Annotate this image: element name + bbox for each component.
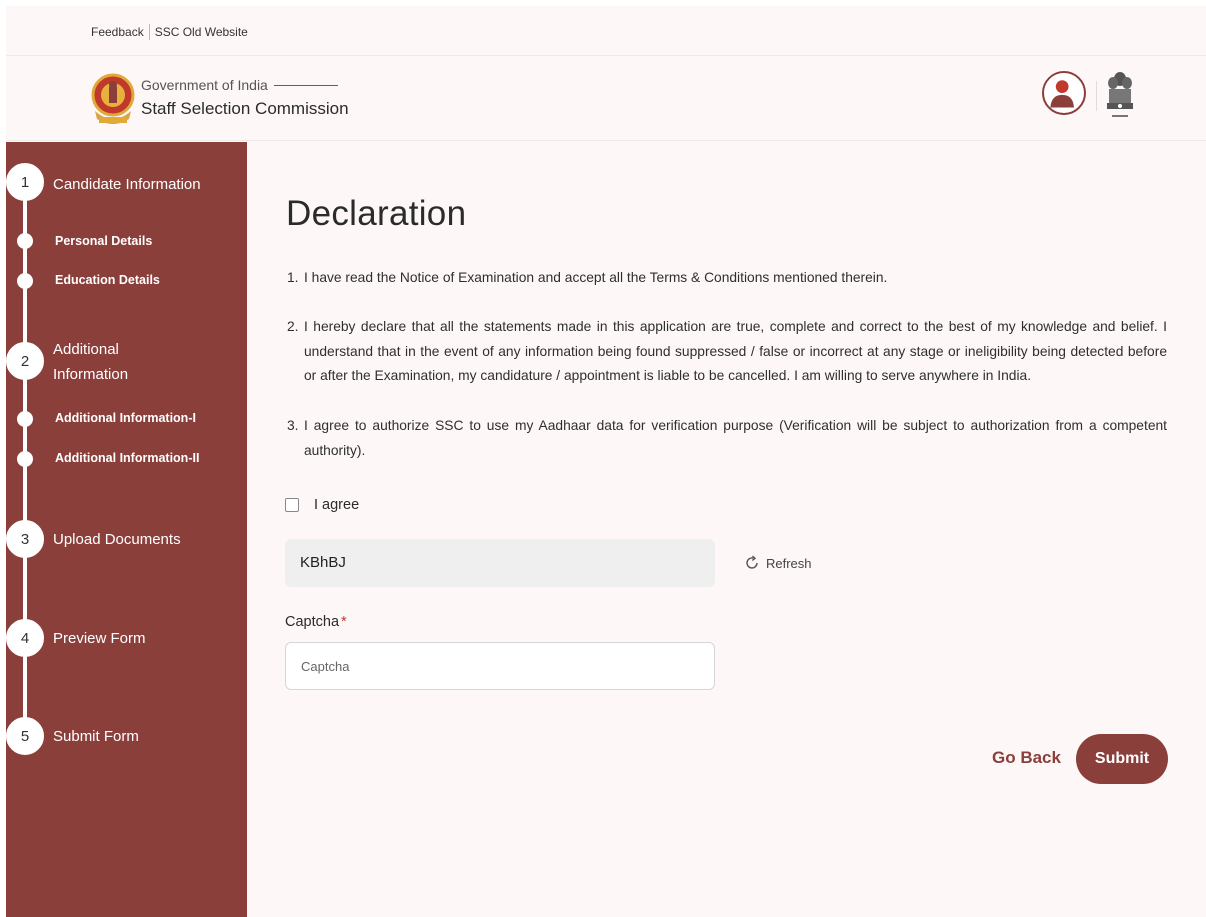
declaration-item: 3. I agree to authorize SSC to use my Aad…	[287, 418, 1167, 458]
top-links: Feedback SSC Old Website	[91, 24, 248, 40]
captcha-input[interactable]	[285, 642, 715, 690]
agree-label: I agree	[314, 497, 360, 513]
step-upload-documents[interactable]: Upload Documents	[53, 527, 181, 552]
page-title: Declaration	[286, 194, 467, 233]
refresh-label: Refresh	[766, 555, 812, 571]
step-2-number[interactable]: 2	[6, 342, 44, 380]
agree-checkbox-row[interactable]: I agree	[285, 497, 359, 513]
agree-checkbox[interactable]	[285, 498, 299, 512]
divider	[148, 24, 150, 40]
old-website-link[interactable]: SSC Old Website	[155, 25, 248, 39]
step-additional-information[interactable]: Additional Information	[53, 337, 128, 387]
government-label: Government of India	[141, 77, 349, 93]
substep-additional-information-2[interactable]: Additional Information-II	[55, 451, 199, 465]
step-1-number[interactable]: 1	[6, 163, 44, 201]
ssc-logo-icon	[91, 73, 135, 124]
substep-dot	[17, 411, 33, 427]
header: Government of India Staff Selection Comm…	[6, 57, 1206, 141]
declaration-item: 2. I hereby declare that all the statemen…	[287, 319, 1167, 383]
step-preview-form[interactable]: Preview Form	[53, 626, 146, 651]
step-3-number[interactable]: 3	[6, 520, 44, 558]
captcha-label: Captcha *	[285, 614, 347, 630]
brand: Government of India Staff Selection Comm…	[141, 77, 349, 119]
step-candidate-information[interactable]: Candidate Information	[53, 172, 201, 197]
substep-dot	[17, 451, 33, 467]
refresh-icon	[746, 555, 758, 569]
go-back-button[interactable]: Go Back	[992, 748, 1061, 768]
user-avatar-icon[interactable]	[1042, 71, 1086, 115]
substep-dot	[17, 273, 33, 289]
step-4-number[interactable]: 4	[6, 619, 44, 657]
refresh-captcha-button[interactable]: Refresh	[744, 555, 812, 571]
divider	[273, 84, 338, 86]
national-emblem-icon	[1107, 72, 1133, 117]
submit-button[interactable]: Submit	[1076, 734, 1168, 784]
substep-education-details[interactable]: Education Details	[55, 273, 160, 287]
steps-sidebar: 1 Candidate Information Personal Details…	[6, 142, 247, 917]
step-5-number[interactable]: 5	[6, 717, 44, 755]
page: Feedback SSC Old Website Government of I…	[6, 6, 1206, 917]
substep-personal-details[interactable]: Personal Details	[55, 234, 152, 248]
declaration-item: 1. I have read the Notice of Examination …	[287, 270, 888, 285]
feedback-link[interactable]: Feedback	[91, 25, 144, 39]
required-marker: *	[341, 614, 347, 630]
top-bar: Feedback SSC Old Website	[6, 6, 1206, 56]
captcha-image: KBhBJ	[285, 539, 715, 587]
substep-additional-information-1[interactable]: Additional Information-I	[55, 411, 196, 425]
step-submit-form[interactable]: Submit Form	[53, 724, 139, 749]
divider	[1096, 81, 1097, 111]
substep-dot	[17, 233, 33, 249]
org-name: Staff Selection Commission	[141, 99, 349, 118]
